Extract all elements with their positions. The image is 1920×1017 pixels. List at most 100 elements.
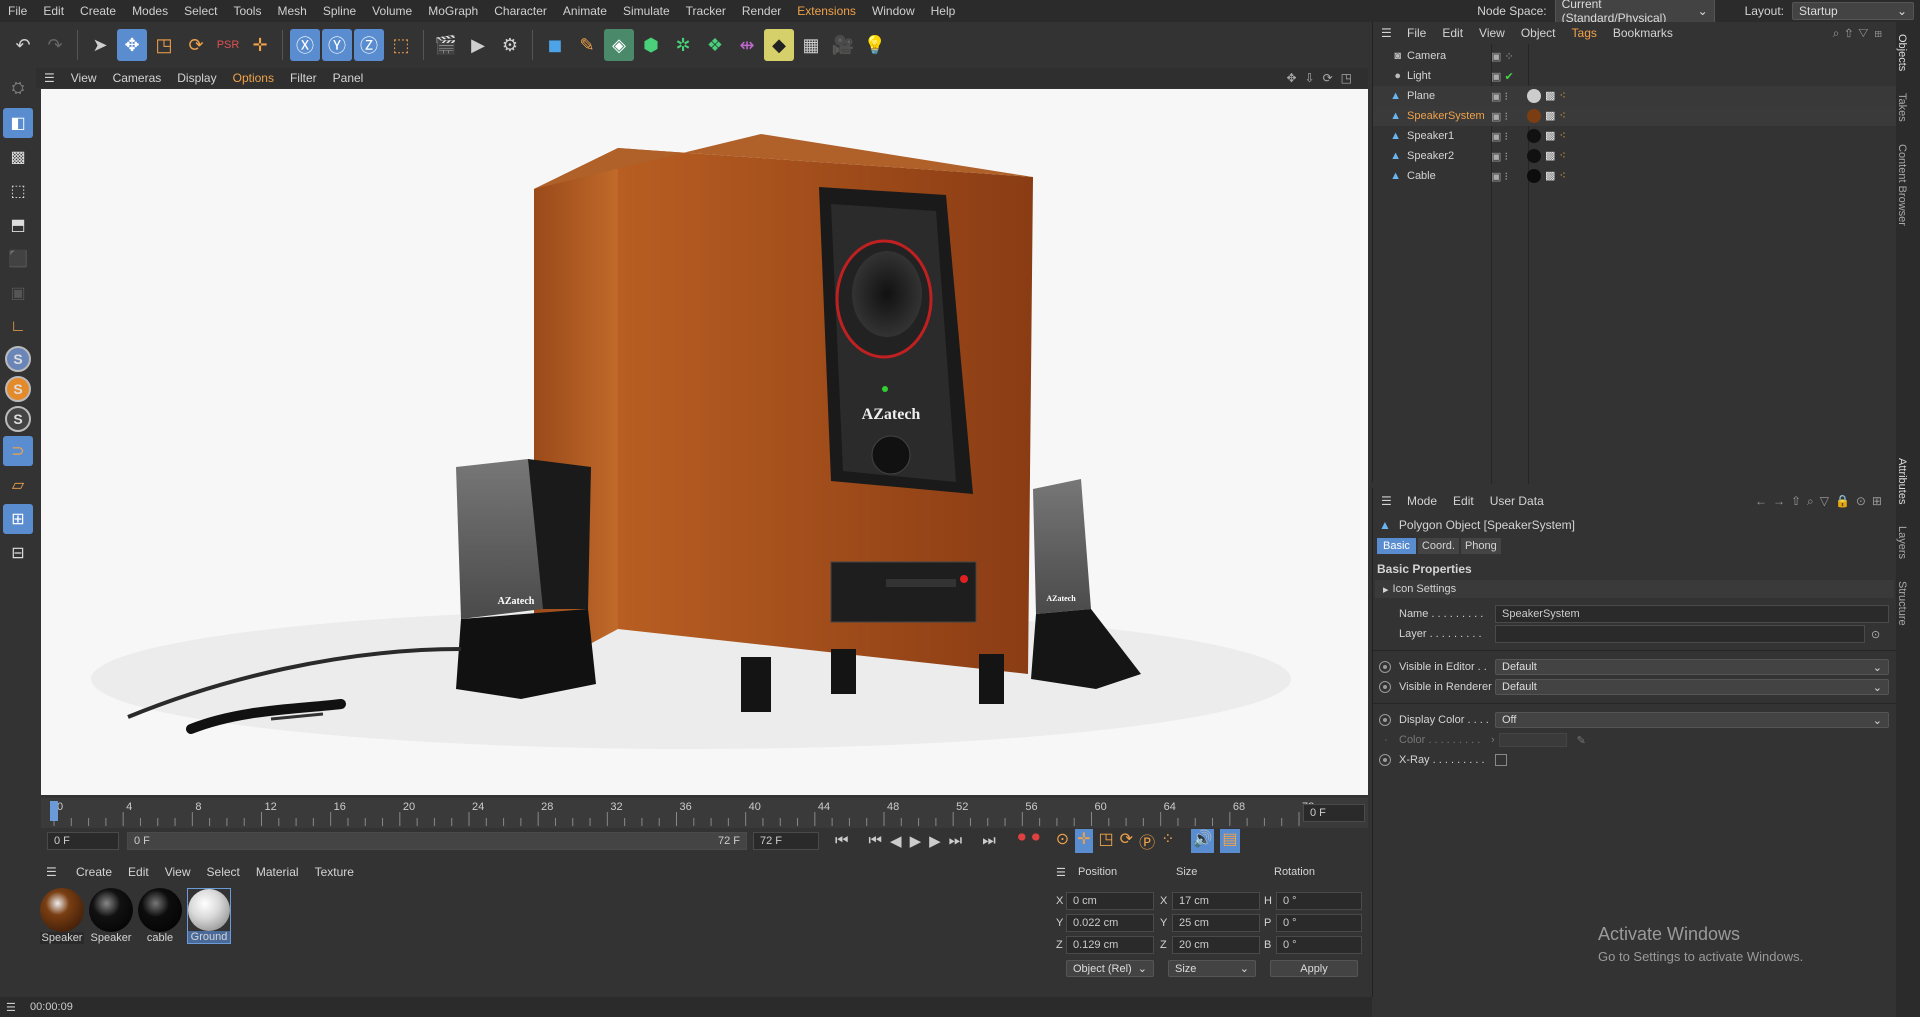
tab-basic[interactable]: Basic xyxy=(1377,538,1416,554)
scale-tool-icon[interactable]: ◳ xyxy=(149,29,179,61)
tags[interactable]: ▩ ⁖ xyxy=(1527,109,1566,123)
hamburger-icon[interactable]: ☰ xyxy=(1381,26,1392,40)
rotation-b-field[interactable]: 0 ° xyxy=(1276,936,1362,954)
menu-file[interactable]: File xyxy=(0,4,35,18)
size-x-field[interactable]: 17 cm xyxy=(1172,892,1260,910)
tags[interactable]: ▩ ⁖ xyxy=(1527,169,1566,183)
snap-icon[interactable]: S xyxy=(5,346,31,372)
camera-icon[interactable]: 🎥 xyxy=(828,29,858,61)
menu-character[interactable]: Character xyxy=(486,4,555,18)
frame-range-slider[interactable]: 0 F 72 F xyxy=(127,832,747,850)
object-menu-tags[interactable]: Tags xyxy=(1572,26,1597,40)
polygons-mode-icon[interactable]: ⬛ xyxy=(3,244,33,274)
field-icon[interactable]: ◆ xyxy=(764,29,794,61)
tab-objects[interactable]: Objects xyxy=(1896,28,1908,77)
visibility-icon[interactable]: ▣ ⁝ xyxy=(1491,170,1527,183)
material-swatch[interactable]: Ground xyxy=(187,888,231,944)
phong-tag-icon[interactable]: ⁖ xyxy=(1559,109,1565,123)
visibility-icon[interactable]: ▣ ✔ xyxy=(1491,70,1527,83)
start-frame-field[interactable]: 0 F xyxy=(47,832,119,850)
model-mode-icon[interactable]: ◧ xyxy=(3,108,33,138)
uvw-tag-icon[interactable]: ▩ xyxy=(1545,129,1555,143)
magnet-icon[interactable]: ⊃ xyxy=(3,436,33,466)
tags[interactable]: ▩ ⁖ xyxy=(1527,129,1566,143)
animate-radio-icon[interactable] xyxy=(1379,754,1391,766)
prev-frame-icon[interactable]: ◀ xyxy=(890,832,902,850)
visibility-icon[interactable]: ▣ ⁝ xyxy=(1491,150,1527,163)
rotate-tool-icon[interactable]: ⟳ xyxy=(181,29,211,61)
material-tag-icon[interactable] xyxy=(1527,109,1541,123)
apply-button[interactable]: Apply xyxy=(1270,960,1358,977)
viewport-menu-cameras[interactable]: Cameras xyxy=(113,71,162,85)
hamburger-icon[interactable]: ☰ xyxy=(1052,866,1078,879)
phong-tag-icon[interactable]: ⁖ xyxy=(1559,149,1565,163)
snap-settings-icon[interactable]: S xyxy=(5,376,31,402)
visibility-icon[interactable]: ▣ ⁝ xyxy=(1491,110,1527,123)
current-frame-field[interactable]: 0 F xyxy=(1303,804,1365,822)
material-menu-material[interactable]: Material xyxy=(256,865,299,879)
next-frame-icon[interactable]: ▶ xyxy=(929,832,941,850)
rotation-h-field[interactable]: 0 ° xyxy=(1276,892,1362,910)
layer-picker-icon[interactable]: ⊙ xyxy=(1871,628,1880,641)
object-row-speaker1[interactable]: ▲ Speaker1 ▣ ⁝ ▩ ⁖ xyxy=(1373,126,1896,146)
key-parameter-icon[interactable]: Ⓟ xyxy=(1139,829,1155,853)
material-swatch[interactable]: Speaker xyxy=(89,888,133,944)
phong-tag-icon[interactable]: ⁖ xyxy=(1559,129,1565,143)
grid-icon[interactable]: ⊞ xyxy=(3,504,33,534)
render-region-icon[interactable]: 🎬 xyxy=(431,29,461,61)
position-y-field[interactable]: 0.022 cm xyxy=(1066,914,1154,932)
animate-radio-icon[interactable] xyxy=(1379,714,1391,726)
axis-icon[interactable]: ✛ xyxy=(245,29,275,61)
tab-content-browser[interactable]: Content Browser xyxy=(1896,138,1908,232)
tab-takes[interactable]: Takes xyxy=(1896,87,1908,128)
visible-editor-dropdown[interactable]: Default ⌄ xyxy=(1495,659,1889,675)
object-toolbar-icons[interactable]: ⌕⇧▽⊞ xyxy=(1833,26,1888,41)
uvw-tag-icon[interactable]: ▩ xyxy=(1545,169,1555,183)
undo-icon[interactable]: ↶ xyxy=(8,29,38,61)
viewport-nav-icons[interactable]: ✥⇩⟳◳ xyxy=(1286,71,1360,85)
select-arrow-icon[interactable]: ➤ xyxy=(85,29,115,61)
visibility-icon[interactable]: ▣ ⁘ xyxy=(1491,50,1527,63)
menu-spline[interactable]: Spline xyxy=(315,4,364,18)
prev-key-icon[interactable]: ⏮ xyxy=(869,832,883,850)
play-icon[interactable]: ▶ xyxy=(910,832,922,850)
viewport-menu-view[interactable]: View xyxy=(71,71,97,85)
keyframe-selection-icon[interactable]: ⊙ xyxy=(1056,829,1069,853)
visibility-icon[interactable]: ▣ ⁝ xyxy=(1491,90,1527,103)
coord-mode-dropdown[interactable]: Object (Rel) ⌄ xyxy=(1066,960,1154,977)
menu-edit[interactable]: Edit xyxy=(35,4,72,18)
cube-icon[interactable]: ◼ xyxy=(540,29,570,61)
object-row-speakersystem[interactable]: ▲ SpeakerSystem ▣ ⁝ ▩ ⁖ xyxy=(1373,106,1896,126)
points-mode-icon[interactable]: ⬚ xyxy=(3,176,33,206)
render-settings-icon[interactable]: ⚙ xyxy=(495,29,525,61)
uvw-tag-icon[interactable]: ▩ xyxy=(1545,89,1555,103)
menu-tracker[interactable]: Tracker xyxy=(678,4,734,18)
menu-render[interactable]: Render xyxy=(734,4,789,18)
menu-help[interactable]: Help xyxy=(923,4,964,18)
material-tag-icon[interactable] xyxy=(1527,169,1541,183)
menu-volume[interactable]: Volume xyxy=(364,4,420,18)
menu-simulate[interactable]: Simulate xyxy=(615,4,678,18)
size-mode-dropdown[interactable]: Size ⌄ xyxy=(1168,960,1256,977)
light-icon[interactable]: 💡 xyxy=(860,29,890,61)
subdivision-icon[interactable]: ◈ xyxy=(604,29,634,61)
workplane-icon[interactable]: ▱ xyxy=(3,470,33,500)
axis-mode-icon[interactable]: ∟ xyxy=(3,312,33,342)
generator-icon[interactable]: ⬢ xyxy=(636,29,666,61)
object-row-camera[interactable]: ◙ Camera ▣ ⁘ xyxy=(1373,46,1896,66)
menu-modes[interactable]: Modes xyxy=(124,4,176,18)
redo-icon[interactable]: ↷ xyxy=(40,29,70,61)
icon-settings-group[interactable]: ▸ Icon Settings xyxy=(1375,580,1894,598)
tab-layers[interactable]: Layers xyxy=(1896,520,1908,565)
autokey-icon[interactable]: ⏺ xyxy=(1032,829,1040,853)
material-tag-icon[interactable] xyxy=(1527,129,1541,143)
hamburger-icon[interactable]: ☰ xyxy=(46,865,57,879)
3d-viewport[interactable]: AZatech AZatech AZatech xyxy=(41,89,1368,795)
menu-select[interactable]: Select xyxy=(176,4,225,18)
viewport-menu-filter[interactable]: Filter xyxy=(290,71,317,85)
tab-attributes[interactable]: Attributes xyxy=(1896,452,1908,510)
texture-mode-icon[interactable]: ▩ xyxy=(3,142,33,172)
tags[interactable]: ▩ ⁖ xyxy=(1527,149,1566,163)
make-editable-icon[interactable]: ⛭ xyxy=(3,74,33,104)
next-key-icon[interactable]: ⏭ xyxy=(949,832,963,850)
